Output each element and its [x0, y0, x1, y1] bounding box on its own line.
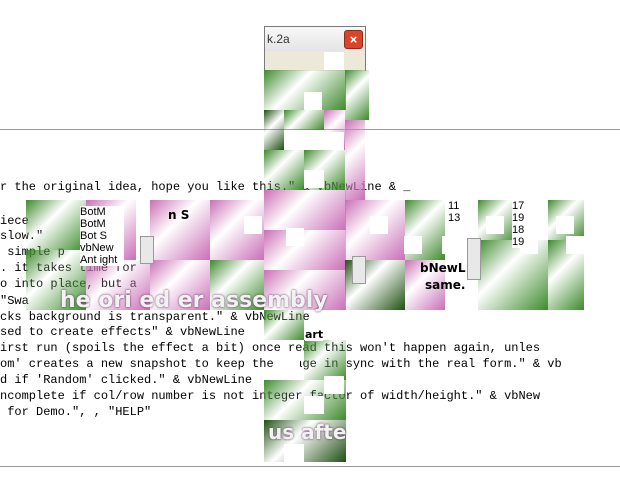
- overlay-mid: n S: [168, 208, 190, 222]
- code-line: d if 'Random' clicked." & vbNewLine: [0, 373, 253, 387]
- puzzle-hole: [556, 216, 574, 234]
- puzzle-hole: [304, 92, 322, 110]
- puzzle-tile[interactable]: [345, 70, 369, 120]
- scrollbar[interactable]: [140, 236, 154, 264]
- puzzle-tile[interactable]: [264, 110, 284, 150]
- scrollbar[interactable]: [467, 238, 481, 280]
- puzzle-tile[interactable]: [264, 230, 346, 270]
- app-window[interactable]: k.2a ×: [264, 26, 366, 71]
- puzzle-tile[interactable]: [264, 150, 304, 190]
- overlay-bottom: us afte: [268, 420, 347, 444]
- list-item[interactable]: Bot S: [80, 230, 124, 242]
- puzzle-hole: [324, 132, 344, 150]
- list-item[interactable]: vbNew: [80, 242, 124, 254]
- list-item[interactable]: 11: [448, 200, 468, 212]
- number-list[interactable]: 11 13: [448, 200, 468, 224]
- list-item[interactable]: 17: [512, 200, 532, 212]
- list-box[interactable]: BotM BotM Bot S vbNew Ant ight: [80, 206, 124, 266]
- code-line: sed to create effects" & vbNewLine: [0, 325, 245, 339]
- list-item[interactable]: 13: [448, 212, 468, 224]
- puzzle-hole: [304, 396, 324, 414]
- puzzle-hole: [244, 216, 262, 234]
- puzzle-hole: [370, 216, 388, 234]
- window-titlebar[interactable]: k.2a ×: [265, 27, 365, 51]
- puzzle-hole: [404, 236, 422, 254]
- code-line: iece: [0, 214, 29, 228]
- puzzle-hole: [486, 216, 504, 234]
- puzzle-tile[interactable]: [264, 190, 346, 230]
- close-icon[interactable]: ×: [344, 30, 363, 49]
- puzzle-tile[interactable]: [304, 340, 346, 380]
- puzzle-hole: [324, 52, 344, 70]
- puzzle-hole: [566, 236, 584, 254]
- list-item[interactable]: 18: [512, 224, 532, 236]
- divider-bottom: [0, 466, 620, 467]
- code-line: irst run (spoils the effect a bit) once …: [0, 341, 541, 355]
- code-line: "Swa: [0, 294, 29, 308]
- list-item[interactable]: BotM: [80, 206, 124, 218]
- puzzle-hole: [442, 236, 460, 254]
- window-title: k.2a: [267, 32, 290, 46]
- overlay-banner: he ori ed er assembly: [60, 288, 328, 313]
- list-item[interactable]: BotM: [80, 218, 124, 230]
- puzzle-hole: [304, 170, 324, 188]
- puzzle-hole: [324, 376, 344, 394]
- puzzle-tile[interactable]: [345, 120, 365, 200]
- puzzle-hole: [286, 228, 304, 246]
- code-line: for Demo.", , "HELP": [0, 405, 152, 419]
- overlay-same: same.: [425, 278, 466, 292]
- puzzle-hole: [280, 356, 300, 374]
- list-item[interactable]: Ant ight: [80, 254, 124, 266]
- puzzle-tile[interactable]: [26, 200, 86, 250]
- puzzle-tile[interactable]: [284, 110, 324, 130]
- number-list[interactable]: 17 19 18 19: [512, 200, 532, 248]
- overlay-vbnewl: bNewL: [420, 261, 466, 275]
- list-item[interactable]: 19: [512, 212, 532, 224]
- overlay-part: art: [305, 328, 324, 341]
- puzzle-hole: [284, 444, 304, 462]
- list-item[interactable]: 19: [512, 236, 532, 248]
- puzzle-tile[interactable]: [264, 310, 304, 340]
- scrollbar[interactable]: [352, 256, 366, 284]
